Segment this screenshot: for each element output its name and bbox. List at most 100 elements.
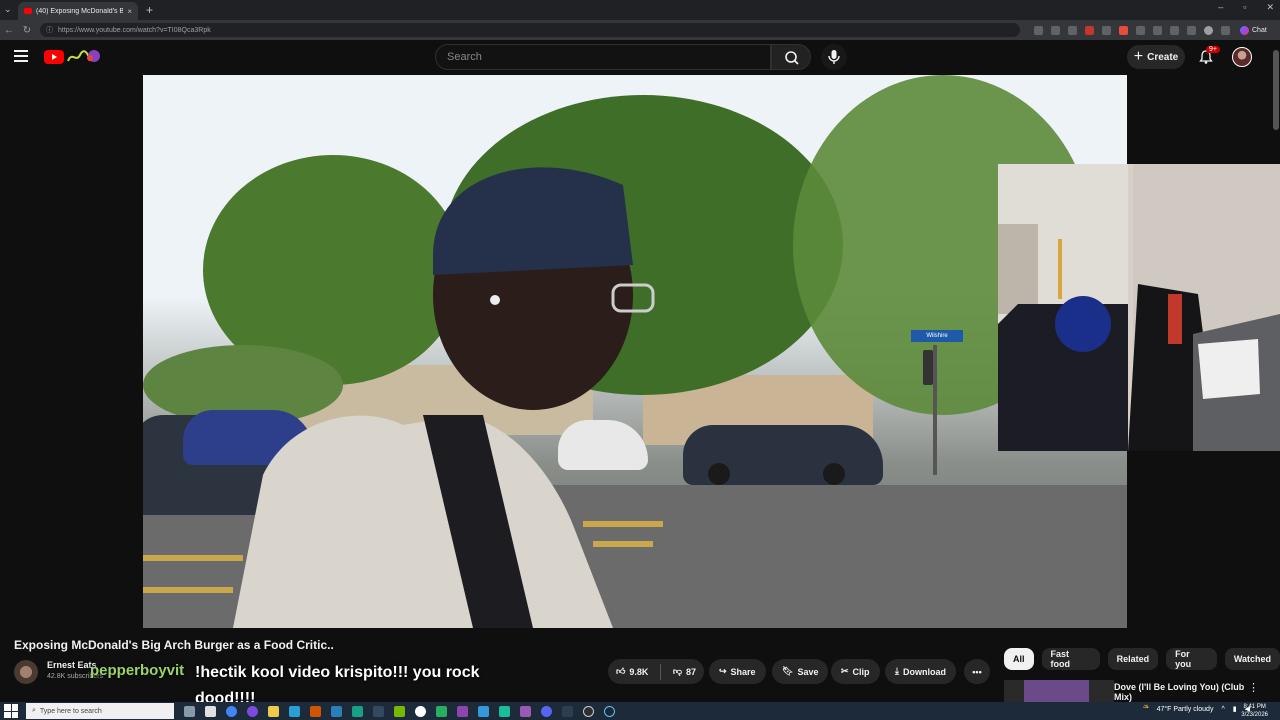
weather-icon: ⛅︎ (1142, 705, 1149, 712)
browser-tab-bar: ⌄ (40) Exposing McDonald's Bi × + – ▫ ✕ (0, 0, 1280, 20)
url-field[interactable]: ⓘ https://www.youtube.com/watch?v=TI08Qc… (40, 23, 1020, 37)
video-player[interactable]: Wilshire (143, 75, 1127, 628)
youtube-logo[interactable] (44, 49, 102, 65)
webcam-overlay (998, 164, 1280, 451)
bookmark-star-icon[interactable] (1068, 25, 1077, 35)
tab-search-chevron-icon[interactable]: ⌄ (4, 4, 12, 15)
extension-icon[interactable] (1153, 25, 1162, 35)
extension-icon[interactable] (1034, 25, 1043, 35)
tray-chevron-icon[interactable]: ^ (1221, 706, 1224, 713)
close-window-icon[interactable]: ✕ (1266, 2, 1274, 13)
taskbar-clock[interactable]: 8:41 PM 3/23/2026 (1241, 703, 1268, 719)
voice-search-button[interactable] (821, 44, 847, 70)
chip-fast-food[interactable]: Fast food (1041, 648, 1100, 670)
tab-close-icon[interactable]: × (127, 7, 132, 16)
network-icon[interactable]: ▮ (1233, 705, 1237, 713)
app-icon[interactable] (394, 705, 405, 717)
menu-dots-icon[interactable] (1221, 25, 1230, 35)
url-text: https://www.youtube.com/watch?v=TI08Qca3… (58, 26, 211, 34)
taskbar-search-input[interactable]: ⌕ Type here to search (26, 703, 174, 719)
more-actions-button[interactable]: ••• (964, 659, 990, 684)
discord-icon[interactable] (541, 705, 552, 717)
windows-start-icon[interactable] (4, 704, 18, 718)
chip-all[interactable]: All (1004, 648, 1034, 670)
back-icon[interactable]: ← (0, 25, 18, 36)
save-button[interactable]: 🔖︎ Save (772, 659, 829, 684)
chip-related[interactable]: Related (1107, 648, 1159, 670)
dislike-button[interactable]: 👎︎ 87 (665, 659, 704, 684)
profile-icon[interactable] (1204, 25, 1213, 35)
clock-date: 3/23/2026 (1241, 712, 1268, 718)
search-button[interactable] (771, 44, 811, 70)
microphone-icon (828, 50, 840, 64)
create-label: Create (1147, 51, 1179, 63)
kebab-menu-icon[interactable]: ⋮ (1248, 681, 1259, 694)
clip-button[interactable]: ✂ Clip (831, 659, 880, 684)
thumbs-up-icon: 👍︎ (616, 666, 626, 676)
maximize-icon[interactable]: ▫ (1243, 2, 1246, 13)
extension-icon[interactable] (1119, 25, 1128, 35)
app-icon[interactable] (499, 705, 510, 717)
chat-button[interactable]: Chat (1240, 25, 1267, 35)
youtube-header: Search + Create 9+ (0, 40, 1280, 75)
menu-hamburger-icon[interactable] (14, 50, 28, 62)
video-title: Exposing McDonald's Big Arch Burger as a… (14, 638, 334, 652)
app-icon[interactable] (562, 705, 573, 717)
weather-text[interactable]: 47°F Partly cloudy (1157, 706, 1214, 713)
minimize-icon[interactable]: – (1218, 2, 1223, 13)
app-icon[interactable] (478, 705, 489, 717)
steam-icon[interactable] (604, 705, 615, 717)
windows-taskbar: ⌕ Type here to search ⛅︎ 47°F Partly clo… (0, 702, 1280, 720)
save-label: Save (797, 666, 819, 677)
app-icon[interactable] (436, 705, 447, 717)
video-thumbnail[interactable] (1004, 680, 1114, 702)
search-input[interactable]: Search (435, 44, 771, 70)
app-icon[interactable] (205, 705, 216, 717)
chrome-icon[interactable] (226, 705, 237, 717)
extension-icon[interactable] (1102, 25, 1111, 35)
dislike-count: 87 (685, 666, 696, 677)
task-view-icon[interactable] (184, 705, 195, 717)
road-stripe (143, 555, 243, 561)
browser-tab-active[interactable]: (40) Exposing McDonald's Bi × (18, 2, 138, 20)
obs-icon[interactable] (583, 705, 594, 717)
like-button[interactable]: 👍︎ 9.8K (608, 659, 656, 684)
app-icon[interactable] (247, 705, 258, 717)
new-tab-button[interactable]: + (146, 3, 153, 17)
taskbar-apps (184, 705, 615, 717)
puzzle-icon[interactable] (1187, 25, 1196, 35)
chat-label: Chat (1252, 26, 1267, 34)
chip-watched[interactable]: Watched (1224, 648, 1280, 670)
download-label: Download (902, 666, 946, 677)
youtube-favicon-icon (24, 8, 32, 14)
recommended-title[interactable]: Dove (I'll Be Loving You) (Club Mix) (1114, 682, 1249, 702)
zoom-icon[interactable] (1051, 25, 1060, 35)
app-icon[interactable] (457, 705, 468, 717)
street-sign: Wilshire (911, 330, 963, 342)
extension-icon[interactable] (1085, 25, 1094, 35)
reload-icon[interactable]: ↻ (18, 25, 36, 36)
app-icon[interactable] (331, 705, 342, 717)
extension-icon[interactable] (1136, 25, 1145, 35)
app-icon[interactable] (352, 705, 363, 717)
share-button[interactable]: ↪ Share (709, 659, 766, 684)
app-icon[interactable] (310, 705, 321, 717)
app-icon[interactable] (373, 705, 384, 717)
search-placeholder: Search (447, 51, 482, 63)
github-icon[interactable] (415, 705, 426, 717)
car-wheel (708, 463, 730, 485)
download-button[interactable]: ⤓ Download (885, 659, 956, 684)
site-info-icon[interactable]: ⓘ (46, 25, 53, 35)
file-explorer-icon[interactable] (268, 705, 279, 717)
tab-title: (40) Exposing McDonald's Bi (36, 7, 124, 15)
channel-avatar[interactable] (14, 660, 38, 684)
recommended-video[interactable]: Dove (I'll Be Loving You) (Club Mix) ⋮ (1004, 680, 1259, 702)
create-button[interactable]: + Create (1127, 45, 1185, 69)
system-tray: ⛅︎ 47°F Partly cloudy ^ ▮ ◀︎ (1143, 705, 1250, 713)
extension-icon[interactable] (1170, 25, 1179, 35)
chip-for-you[interactable]: For you (1166, 648, 1217, 670)
app-icon[interactable] (520, 705, 531, 717)
edge-icon[interactable] (289, 705, 300, 717)
search-icon: ⌕ (32, 707, 36, 714)
account-avatar[interactable] (1232, 47, 1252, 67)
